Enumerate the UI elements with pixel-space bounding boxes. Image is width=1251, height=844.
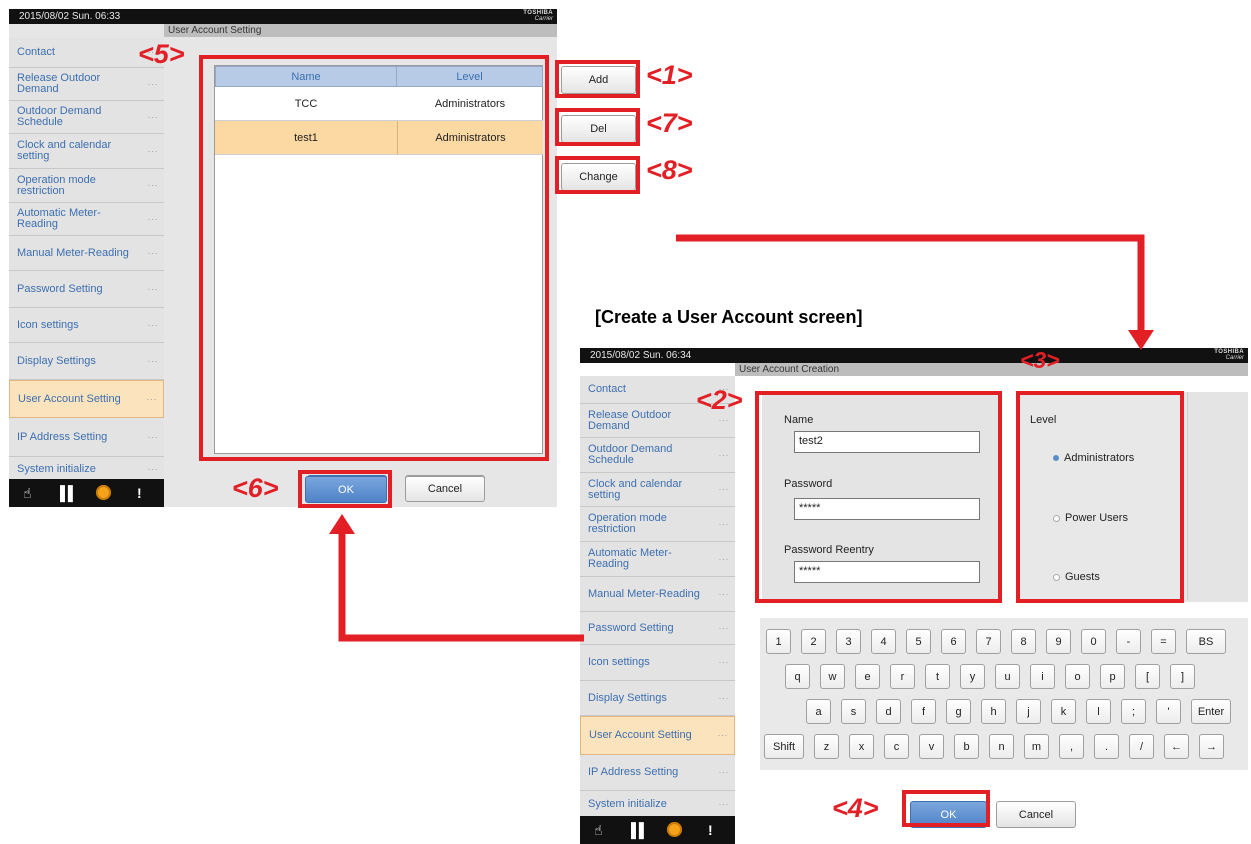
arrow-head-up	[329, 514, 355, 534]
annotation-label-1: <1>	[646, 60, 693, 90]
annotation-label-7: <7>	[646, 108, 693, 138]
annotation-label-4: <4>	[832, 793, 879, 823]
annotation-label-6: <6>	[232, 473, 279, 503]
arrow-to-create-screen	[676, 234, 1145, 334]
annotation-label-8: <8>	[646, 155, 693, 185]
annotation-label-5: <5>	[138, 39, 185, 69]
arrow-back-to-ok	[338, 530, 584, 642]
arrow-head-down	[1128, 330, 1154, 350]
annotation-label-3: <3>	[1020, 347, 1060, 373]
flow-arrows	[329, 234, 1154, 642]
annotation-label-2: <2>	[696, 385, 743, 415]
